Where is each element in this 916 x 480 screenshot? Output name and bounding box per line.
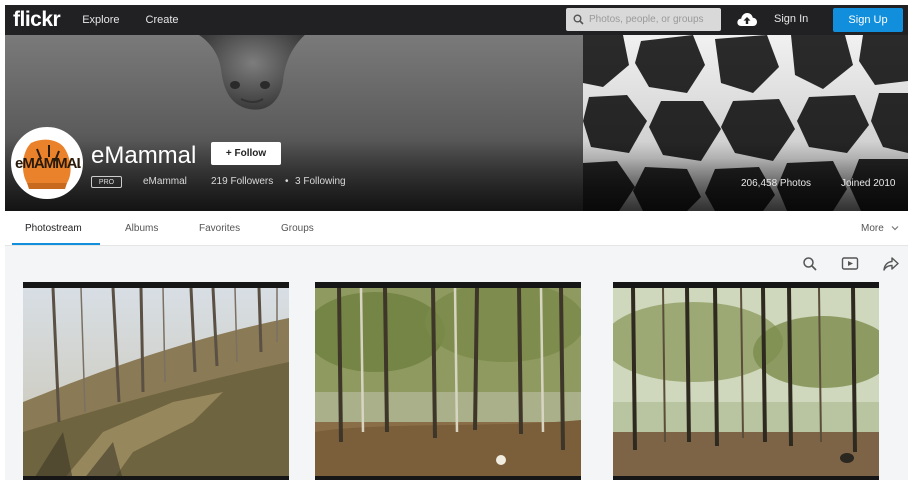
followers-link[interactable]: 219 Followers — [211, 176, 273, 187]
tab-albums[interactable]: Albums — [125, 223, 158, 234]
more-label: More — [861, 223, 884, 234]
profile-tabs: Photostream Albums Favorites Groups More — [5, 211, 908, 246]
photo-info-band — [23, 476, 289, 480]
search-box[interactable] — [566, 8, 721, 31]
photo-info-band — [315, 476, 581, 480]
sign-up-button[interactable]: Sign Up — [833, 8, 903, 32]
following-link[interactable]: 3 Following — [295, 176, 346, 187]
camera-trap-photo-woodland — [613, 282, 879, 480]
photo-info-band — [23, 282, 289, 288]
top-nav: flickr Explore Create Sign In Sign Up — [5, 5, 908, 35]
avatar-logo-text: eMAMMAL — [15, 155, 83, 172]
profile-name: eMammal — [91, 142, 197, 169]
upload-icon[interactable] — [736, 11, 758, 29]
follow-button[interactable]: + Follow — [211, 142, 281, 165]
nav-link-create[interactable]: Create — [146, 14, 179, 26]
pro-badge: PRO — [91, 176, 122, 188]
meta-separator: • — [285, 176, 289, 187]
photo-info-band — [613, 476, 879, 480]
tab-favorites[interactable]: Favorites — [199, 223, 240, 234]
share-icon[interactable] — [882, 256, 900, 272]
flickr-profile-page: flickr Explore Create Sign In Sign Up — [0, 0, 916, 480]
photostream-gallery — [5, 246, 908, 480]
slideshow-icon[interactable] — [841, 256, 859, 272]
search-icon — [573, 14, 584, 25]
more-menu[interactable]: More — [861, 223, 899, 234]
profile-username: eMammal — [143, 176, 187, 187]
photo-info-band — [315, 282, 581, 288]
sign-in-link[interactable]: Sign In — [774, 13, 808, 25]
search-icon[interactable] — [802, 256, 818, 272]
photo-thumbnail[interactable] — [315, 282, 581, 480]
camera-trap-photo-hillside — [23, 282, 289, 480]
chevron-down-icon — [891, 226, 899, 231]
cover-photo: eMAMMAL eMammal + Follow PRO eMammal 219… — [5, 35, 908, 211]
nav-link-explore[interactable]: Explore — [82, 14, 119, 26]
photo-thumbnail[interactable] — [613, 282, 879, 480]
active-tab-indicator — [12, 243, 100, 245]
cover-giraffe-head-image — [199, 35, 305, 110]
joined-date: Joined 2010 — [841, 178, 896, 189]
photo-count: 206,458 Photos — [741, 178, 812, 189]
avatar[interactable]: eMAMMAL — [11, 127, 83, 199]
flickr-logo[interactable]: flickr — [13, 8, 61, 32]
camera-trap-photo-forest — [315, 282, 581, 480]
photo-thumbnail[interactable] — [23, 282, 289, 480]
tab-groups[interactable]: Groups — [281, 223, 314, 234]
search-input[interactable] — [589, 14, 709, 25]
photo-info-band — [613, 282, 879, 288]
tab-photostream[interactable]: Photostream — [25, 223, 82, 234]
